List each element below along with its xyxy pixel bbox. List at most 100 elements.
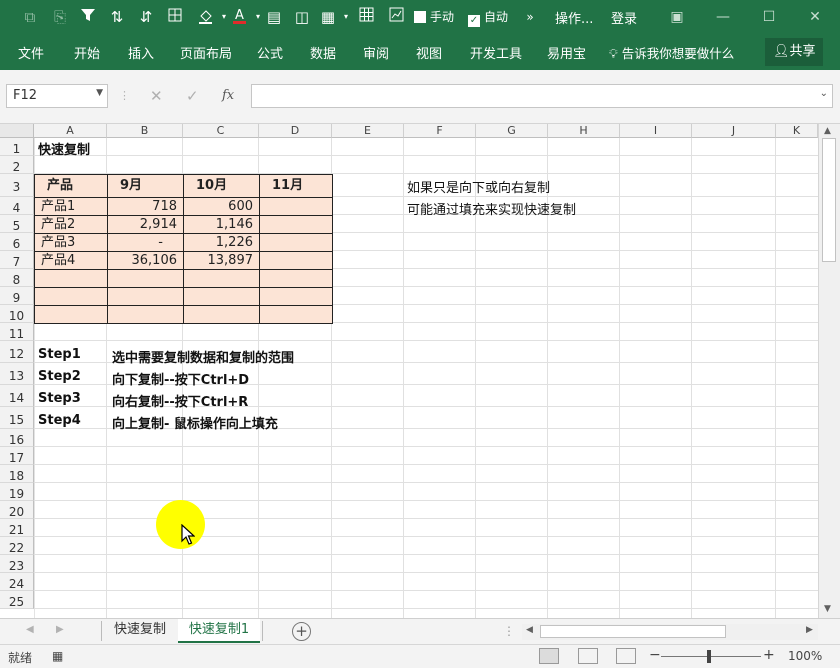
enter-check-icon[interactable]: ✓	[186, 87, 199, 105]
row-header-12[interactable]: 12	[0, 341, 34, 363]
tab-formulas[interactable]: 公式	[257, 43, 283, 62]
paste-format-icon[interactable]: ⎘	[50, 7, 70, 27]
table-cell[interactable]: 718	[107, 197, 184, 216]
table-header-oct[interactable]: 10月	[183, 174, 260, 198]
table-header-product[interactable]: 产品	[34, 174, 108, 198]
table-cell[interactable]	[183, 287, 260, 306]
tab-data[interactable]: 数据	[310, 43, 336, 62]
row-header-19[interactable]: 19	[0, 483, 34, 501]
row-header-4[interactable]: 4	[0, 197, 34, 215]
table-cell[interactable]	[259, 233, 333, 252]
row-header-3[interactable]: 3	[0, 174, 34, 197]
tab-developer[interactable]: 开发工具	[470, 43, 522, 62]
freeze-panes-icon[interactable]: ◫	[292, 7, 312, 27]
ribbon-display-icon[interactable]: ▣	[664, 6, 690, 28]
table-cell[interactable]: -	[107, 233, 184, 252]
tab-page-layout[interactable]: 页面布局	[180, 43, 232, 62]
vertical-scroll-thumb[interactable]	[822, 138, 836, 262]
row-header-17[interactable]: 17	[0, 447, 34, 465]
column-header-J[interactable]: J	[692, 124, 776, 138]
tab-file[interactable]: 文件	[18, 43, 44, 62]
scroll-up-icon[interactable]: ▲	[824, 126, 831, 136]
table-cell[interactable]	[183, 269, 260, 288]
zoom-in-icon[interactable]: +	[763, 647, 775, 663]
column-header-A[interactable]: A	[34, 124, 107, 138]
filter-icon[interactable]	[78, 7, 98, 27]
table-header-nov[interactable]: 11月	[259, 174, 333, 198]
close-icon[interactable]: ✕	[802, 6, 828, 28]
table-cell[interactable]	[259, 197, 333, 216]
horizontal-scrollbar[interactable]: ◀ ▶	[522, 624, 818, 640]
row-header-8[interactable]: 8	[0, 269, 34, 287]
column-header-G[interactable]: G	[476, 124, 548, 138]
borders-icon[interactable]	[165, 7, 185, 27]
sort-desc-icon[interactable]: ⇵	[136, 7, 156, 27]
row-header-24[interactable]: 24	[0, 573, 34, 591]
merge-cells-icon[interactable]: ▦	[318, 7, 338, 27]
table-cell[interactable]: 2,914	[107, 215, 184, 234]
column-header-H[interactable]: H	[548, 124, 620, 138]
manual-calc-toggle[interactable]: 手动	[414, 9, 454, 25]
paste-icon[interactable]: ▤	[264, 7, 284, 27]
table-cell[interactable]	[34, 287, 108, 306]
login-link[interactable]: 登录	[611, 8, 637, 27]
add-sheet-button[interactable]: +	[292, 622, 311, 641]
zoom-out-icon[interactable]: −	[649, 647, 661, 663]
insert-function-icon[interactable]: fx	[222, 88, 234, 103]
operations-menu[interactable]: 操作...	[555, 8, 593, 27]
column-header-E[interactable]: E	[332, 124, 404, 138]
column-header-K[interactable]: K	[776, 124, 818, 138]
step2-label[interactable]: Step2	[38, 369, 81, 384]
sheet-title[interactable]: 快速复制	[38, 139, 90, 158]
table-cell[interactable]	[183, 305, 260, 324]
table-cell[interactable]: 产品3	[34, 233, 108, 252]
row-header-13[interactable]: 13	[0, 363, 34, 385]
row-header-5[interactable]: 5	[0, 215, 34, 233]
table-cell[interactable]	[259, 287, 333, 306]
vertical-scrollbar[interactable]: ▲ ▼	[818, 124, 840, 618]
column-header-I[interactable]: I	[620, 124, 692, 138]
step3-label[interactable]: Step3	[38, 391, 81, 406]
tab-home[interactable]: 开始	[74, 43, 100, 62]
step4-label[interactable]: Step4	[38, 413, 81, 428]
table-cell[interactable]	[34, 305, 108, 324]
copy-format-icon[interactable]: ⧉	[20, 7, 40, 27]
zoom-level[interactable]: 100%	[788, 649, 822, 663]
tab-view[interactable]: 视图	[416, 43, 442, 62]
table-cell[interactable]	[259, 251, 333, 270]
formula-input[interactable]: ⌄	[251, 84, 833, 108]
scroll-right-icon[interactable]: ▶	[806, 625, 813, 635]
prev-sheet-icon[interactable]: ◀	[26, 624, 34, 635]
macro-record-icon[interactable]: ▦	[52, 649, 63, 663]
note-line-2[interactable]: 可能通过填充来实现快速复制	[407, 199, 576, 218]
table-cell[interactable]: 产品4	[34, 251, 108, 270]
table-cell[interactable]: 产品2	[34, 215, 108, 234]
maximize-icon[interactable]: ☐	[756, 6, 782, 28]
select-all-corner[interactable]	[0, 124, 34, 138]
column-header-B[interactable]: B	[107, 124, 183, 138]
column-header-F[interactable]: F	[404, 124, 476, 138]
normal-view-icon[interactable]	[539, 648, 559, 664]
auto-calc-toggle[interactable]: ✓ 自动	[468, 9, 508, 27]
row-header-14[interactable]: 14	[0, 385, 34, 407]
column-header-D[interactable]: D	[259, 124, 332, 138]
step4-text[interactable]: 向上复制- 鼠标操作向上填充	[112, 413, 278, 432]
minimize-icon[interactable]: —	[710, 6, 736, 28]
row-header-6[interactable]: 6	[0, 233, 34, 251]
row-header-1[interactable]: 1	[0, 138, 34, 156]
table-cell[interactable]: 36,106	[107, 251, 184, 270]
splitter-handle-icon[interactable]: ⋮	[503, 624, 515, 638]
row-header-7[interactable]: 7	[0, 251, 34, 269]
column-header-C[interactable]: C	[183, 124, 259, 138]
step3-text[interactable]: 向右复制--按下Ctrl+R	[112, 391, 248, 410]
table-cell[interactable]: 13,897	[183, 251, 260, 270]
more-commands-icon[interactable]: »	[520, 7, 540, 27]
table-header-sep[interactable]: 9月	[107, 174, 184, 198]
table-cell[interactable]	[34, 269, 108, 288]
row-header-25[interactable]: 25	[0, 591, 34, 609]
row-header-2[interactable]: 2	[0, 156, 34, 174]
sheet-tab-2[interactable]: 快速复制1	[178, 619, 260, 643]
step1-label[interactable]: Step1	[38, 347, 81, 362]
sheet-tab-1[interactable]: 快速复制	[104, 619, 176, 643]
zoom-slider[interactable]	[661, 656, 761, 657]
